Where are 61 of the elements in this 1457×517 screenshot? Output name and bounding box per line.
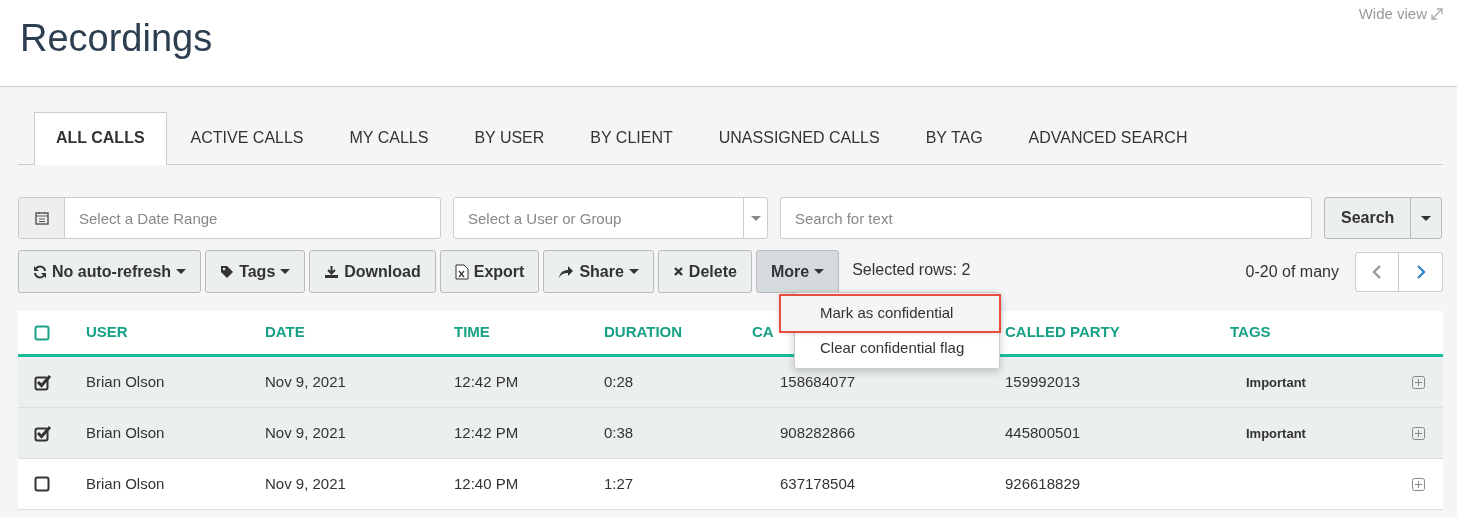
share-arrow-icon xyxy=(558,264,575,279)
table-cell: Nov 9, 2021 xyxy=(265,424,346,441)
checkbox[interactable] xyxy=(34,476,50,492)
table-cell: Nov 9, 2021 xyxy=(265,373,346,390)
toolbar-button[interactable]: No auto-refresh xyxy=(18,250,202,293)
expand-row-icon[interactable] xyxy=(1412,477,1425,491)
tab[interactable]: ACTIVE CALLS xyxy=(168,112,326,164)
tab[interactable]: BY USER xyxy=(452,112,567,164)
pagination-range: 0-20 of many xyxy=(1245,261,1339,282)
table-cell: 159992013 xyxy=(1005,373,1081,390)
expand-row-icon[interactable] xyxy=(1412,426,1425,440)
toolbar-button[interactable]: Download xyxy=(309,250,436,293)
table-cell: 12:42 PM xyxy=(454,424,519,441)
table-cell: Nov 9, 2021 xyxy=(265,475,346,492)
toolbar-button[interactable]: More xyxy=(755,250,840,293)
tab[interactable]: UNASSIGNED CALLS xyxy=(696,112,902,164)
user-group-dropdown[interactable]: Select a User or Group xyxy=(453,197,768,239)
menu-item[interactable]: Mark as confidential xyxy=(781,296,999,331)
refresh-icon xyxy=(33,264,47,279)
table-cell: 0:28 xyxy=(604,373,634,390)
toolbar-button[interactable]: Export xyxy=(439,250,540,293)
caret-icon xyxy=(750,215,761,221)
toolbar-button[interactable]: Delete xyxy=(657,250,752,293)
close-icon xyxy=(672,266,684,277)
tab[interactable]: BY TAG xyxy=(903,112,1005,164)
date-range-field[interactable]: Select a Date Range xyxy=(65,199,440,237)
tab[interactable]: ALL CALLS xyxy=(34,112,167,165)
table-cell: Brian Olson xyxy=(86,475,165,492)
table-cell: 158684077 xyxy=(780,373,856,390)
table-cell: 637178504 xyxy=(780,475,856,492)
chevron-left-icon xyxy=(1372,264,1382,279)
tab[interactable]: BY CLIENT xyxy=(568,112,695,164)
menu-item[interactable]: Clear confidential flag xyxy=(795,330,999,365)
toolbar-button[interactable]: Share xyxy=(543,250,654,293)
expand-icon xyxy=(1431,8,1443,21)
tag-icon xyxy=(220,264,235,279)
table-cell: 908282866 xyxy=(780,424,856,441)
table-cell: 12:42 PM xyxy=(454,373,519,390)
table-cell: 0:38 xyxy=(604,424,634,441)
text-search-field[interactable]: Search for text xyxy=(781,199,1311,237)
download-icon xyxy=(324,264,340,279)
selected-rows-count: Selected rows: 2 xyxy=(852,259,971,280)
table-cell: Brian Olson xyxy=(86,424,165,441)
chevron-right-icon xyxy=(1415,264,1426,279)
checkbox[interactable] xyxy=(34,324,50,341)
date-range-picker[interactable]: Select a Date Range xyxy=(18,197,441,239)
user-group-select[interactable]: Select a User or Group xyxy=(454,199,743,237)
table-cell: Brian Olson xyxy=(86,373,165,390)
page-title: Recordings xyxy=(20,16,214,61)
tab[interactable]: ADVANCED SEARCH xyxy=(1006,112,1210,164)
tab[interactable]: MY CALLS xyxy=(327,112,451,164)
spreadsheet-file-icon xyxy=(454,263,469,280)
expand-row-icon[interactable] xyxy=(1412,375,1425,389)
table-cell: 445800501 xyxy=(1005,424,1081,441)
calendar-icon xyxy=(34,211,49,225)
table-cell: 926618829 xyxy=(1005,475,1081,492)
checkbox[interactable] xyxy=(34,424,52,442)
table-cell: 1:27 xyxy=(604,475,634,492)
checkbox[interactable] xyxy=(34,373,52,391)
toolbar-button[interactable]: Tags xyxy=(205,250,306,293)
table-cell: 12:40 PM xyxy=(454,475,519,492)
